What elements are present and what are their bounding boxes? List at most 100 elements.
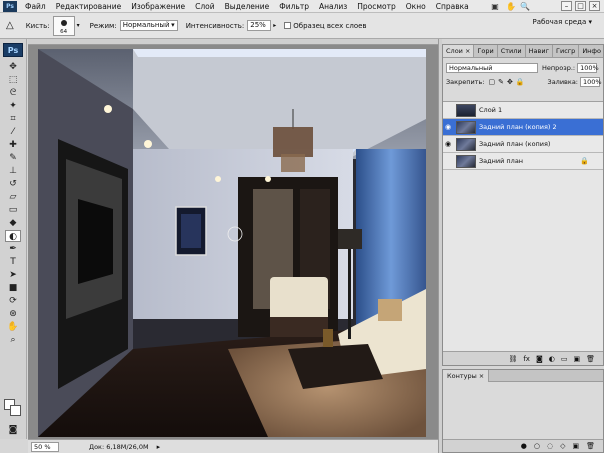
lock-all-icon[interactable]: 🔒 <box>516 78 525 86</box>
menu-help[interactable]: Справка <box>431 0 474 13</box>
zoom-field[interactable]: 50 % <box>31 441 59 452</box>
layers-panel-tabs: Слои × Гори Стили Навиг Гисгр Инфо <box>443 45 604 58</box>
gradient-tool-icon[interactable]: ▭ <box>5 204 21 216</box>
eyedropper-tool-icon[interactable]: ⁄ <box>5 126 21 138</box>
tab-navigator[interactable]: Навиг <box>526 45 553 57</box>
tab-paths[interactable]: Контуры × <box>443 370 490 382</box>
layer-row[interactable]: ◉ Задний план (копия) 2 <box>443 119 603 136</box>
menu-edit[interactable]: Редактирование <box>51 0 126 13</box>
eye-icon[interactable]: ◉ <box>443 123 453 131</box>
crop-tool-icon[interactable]: ⌗ <box>5 113 21 125</box>
document-top-edge <box>28 39 438 45</box>
minimize-icon[interactable]: – <box>561 1 572 11</box>
brush-picker[interactable]: 64 <box>52 15 75 36</box>
layer-style-icon[interactable]: fx <box>523 355 530 363</box>
chevron-down-icon: ▾ <box>171 21 175 29</box>
mode-select[interactable]: Нормальный ▾ <box>119 20 178 31</box>
path-selection-tool-icon[interactable]: ➤ <box>5 269 21 281</box>
layers-footer: ⛓ fx ◙ ◐ ▭ ▣ 🗑 <box>443 351 603 365</box>
blend-mode-select[interactable]: Нормальный <box>446 63 538 73</box>
fill-label: Заливка: <box>547 78 578 86</box>
menu-filter[interactable]: Фильтр <box>274 0 314 13</box>
tab-histogram[interactable]: Гисгр <box>553 45 580 57</box>
tab-channels[interactable]: Гори <box>474 45 498 57</box>
history-brush-tool-icon[interactable]: ↺ <box>5 178 21 190</box>
menu-file[interactable]: Файл <box>20 0 51 13</box>
make-work-path-icon[interactable]: ◇ <box>560 442 565 450</box>
zoom-tool-icon[interactable]: ⌕ <box>5 334 21 346</box>
menu-analysis[interactable]: Анализ <box>314 0 352 13</box>
fill-field[interactable]: 100% <box>580 77 602 87</box>
healing-brush-tool-icon[interactable]: ✚ <box>5 139 21 151</box>
tab-styles[interactable]: Стили <box>498 45 526 57</box>
3d-orbit-tool-icon[interactable]: ⊛ <box>5 308 21 320</box>
pen-tool-icon[interactable]: ✒ <box>5 243 21 255</box>
sample-all-layers-checkbox[interactable]: Образец всех слоев <box>284 22 367 30</box>
shape-tool-icon[interactable]: ■ <box>5 282 21 294</box>
tab-layers[interactable]: Слои × <box>443 45 475 57</box>
blur-tool-icon[interactable]: ◆ <box>5 217 21 229</box>
hand-icon[interactable]: ✋ <box>504 1 518 12</box>
layer-row[interactable]: ◉ Задний план (копия) <box>443 136 603 153</box>
document-area <box>28 39 438 439</box>
lock-position-icon[interactable]: ✥ <box>507 78 513 86</box>
zoom-icon[interactable]: 🔍 <box>518 1 532 12</box>
layer-mask-icon[interactable]: ◙ <box>536 355 543 363</box>
stamp-tool-icon[interactable]: ⊥ <box>5 165 21 177</box>
layer-row[interactable]: Слой 1 <box>443 102 603 119</box>
group-icon[interactable]: ▭ <box>561 355 568 363</box>
menu-image[interactable]: Изображение <box>126 0 190 13</box>
trash-icon[interactable]: 🗑 <box>586 442 595 450</box>
workspace-button[interactable]: Рабочая среда ▾ <box>533 18 592 26</box>
marquee-tool-icon[interactable]: ⬚ <box>5 74 21 86</box>
quick-mask-icon[interactable]: ◙ <box>5 424 21 436</box>
dodge-tool-icon[interactable]: ◐ <box>5 230 21 242</box>
window-controls: – □ × <box>561 1 600 11</box>
new-layer-icon[interactable]: ▣ <box>573 355 580 363</box>
move-tool-icon[interactable]: ✥ <box>5 61 21 73</box>
intensity-field[interactable]: 25% <box>247 20 272 31</box>
adjustment-layer-icon[interactable]: ◐ <box>549 355 555 363</box>
new-path-icon[interactable]: ▣ <box>572 442 579 450</box>
menu-select[interactable]: Выделение <box>220 0 275 13</box>
layer-name: Задний план (копия) <box>479 140 551 148</box>
hand-tool-icon[interactable]: ✋ <box>5 321 21 333</box>
layer-row[interactable]: Задний план 🔒 <box>443 153 603 170</box>
paths-panel-tabs: Контуры × <box>443 370 603 382</box>
close-icon[interactable]: × <box>589 1 600 11</box>
dodge-tool-icon[interactable]: △ <box>6 20 14 31</box>
mode-label: Режим: <box>89 21 117 30</box>
eye-icon[interactable]: ◉ <box>443 140 453 148</box>
bridge-icon[interactable]: ▣ <box>488 1 502 12</box>
eraser-tool-icon[interactable]: ▱ <box>5 191 21 203</box>
menu-layer[interactable]: Слой <box>190 0 220 13</box>
lock-pixels-icon[interactable]: ✎ <box>498 78 504 86</box>
paths-footer: ● ○ ◌ ◇ ▣ 🗑 <box>443 439 603 452</box>
lock-transparency-icon[interactable]: ▢ <box>488 78 495 86</box>
paths-panel: Контуры × ● ○ ◌ ◇ ▣ 🗑 <box>442 369 604 453</box>
photoshop-window: Ps Файл Редактирование Изображение Слой … <box>0 0 604 453</box>
chevron-down-icon[interactable]: ▾ <box>77 22 80 29</box>
document-info[interactable]: Док: 6,18M/26,0M <box>89 443 149 451</box>
link-layers-icon[interactable]: ⛓ <box>508 355 517 363</box>
image-canvas[interactable] <box>38 49 426 437</box>
layer-name: Слой 1 <box>479 106 503 114</box>
brush-tool-icon[interactable]: ✎ <box>5 152 21 164</box>
trash-icon[interactable]: 🗑 <box>586 355 595 363</box>
chevron-right-icon[interactable]: ▸ <box>273 22 276 29</box>
load-selection-icon[interactable]: ◌ <box>547 442 553 450</box>
3d-rotate-tool-icon[interactable]: ⟳ <box>5 295 21 307</box>
menu-view[interactable]: Просмотр <box>352 0 401 13</box>
background-color[interactable] <box>10 405 21 416</box>
maximize-icon[interactable]: □ <box>575 1 586 11</box>
menu-window[interactable]: Окно <box>401 0 431 13</box>
stroke-path-icon[interactable]: ○ <box>534 442 540 450</box>
opacity-field[interactable]: 100% <box>577 63 599 73</box>
chevron-right-icon[interactable]: ▸ <box>157 443 161 451</box>
tab-info[interactable]: Инфо <box>579 45 604 57</box>
blend-mode-value: Нормальный <box>449 64 493 72</box>
fill-path-icon[interactable]: ● <box>521 442 527 450</box>
magic-wand-tool-icon[interactable]: ✦ <box>5 100 21 112</box>
type-tool-icon[interactable]: T <box>5 256 21 268</box>
lasso-tool-icon[interactable]: ᘓ <box>5 87 21 99</box>
